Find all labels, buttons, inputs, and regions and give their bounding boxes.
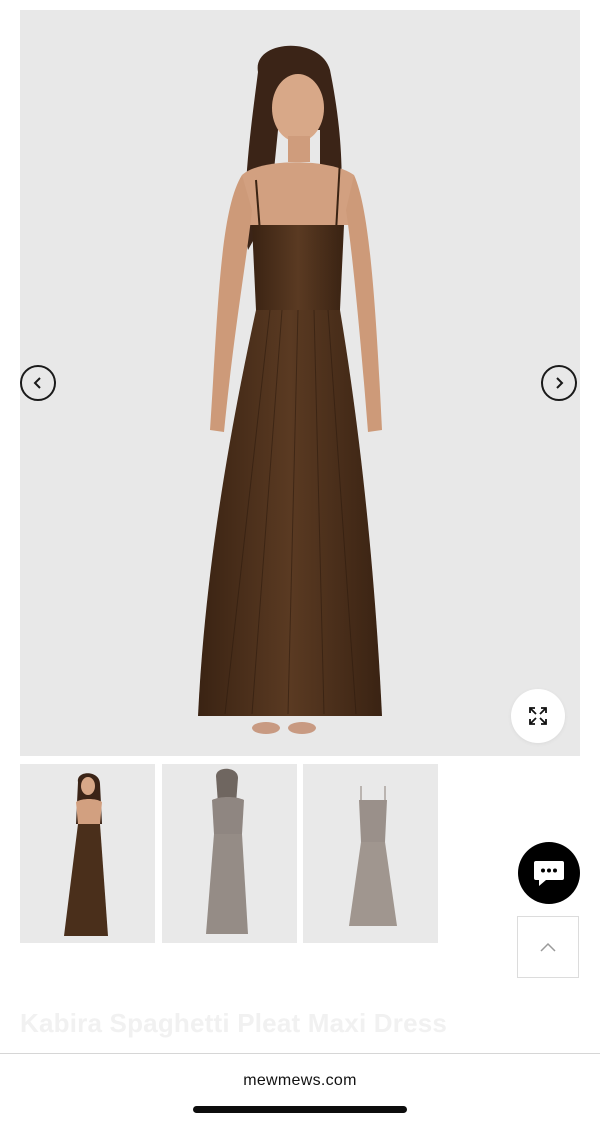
home-indicator xyxy=(193,1106,407,1113)
previous-image-button[interactable] xyxy=(20,365,56,401)
chat-bubble-icon xyxy=(534,861,564,886)
thumbnail-3[interactable] xyxy=(303,764,438,943)
chevron-up-icon xyxy=(540,942,556,952)
thumbnail-back-photo xyxy=(206,768,248,934)
model-photo xyxy=(198,45,382,734)
product-title: Kabira Spaghetti Pleat Maxi Dress xyxy=(20,1008,448,1038)
thumbnail-flat-photo xyxy=(349,786,397,926)
thumbnail-front-photo xyxy=(64,773,108,936)
chevron-left-icon xyxy=(33,377,41,389)
product-main-image[interactable] xyxy=(20,10,580,756)
expand-arrows-icon xyxy=(529,707,547,725)
next-image-button[interactable] xyxy=(541,365,577,401)
chevron-right-icon xyxy=(556,377,564,389)
zoom-image-button[interactable] xyxy=(511,689,565,743)
chat-button[interactable] xyxy=(518,842,580,904)
url-text[interactable]: mewmews.com xyxy=(0,1072,600,1090)
thumbnail-2[interactable] xyxy=(162,764,297,943)
browser-address-bar[interactable]: mewmews.com xyxy=(0,1053,600,1124)
thumbnail-1[interactable] xyxy=(20,764,155,943)
back-to-top-button[interactable] xyxy=(517,916,579,978)
